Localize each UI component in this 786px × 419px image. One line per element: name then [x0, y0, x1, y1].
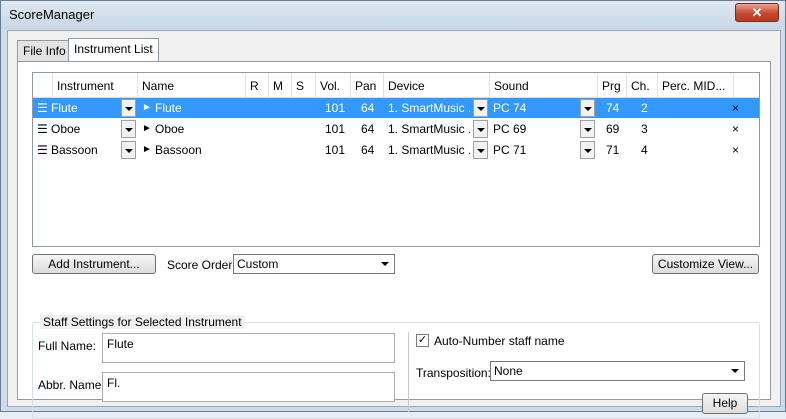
expand-icon[interactable]: ►: [142, 119, 152, 139]
header-handle: [33, 73, 53, 97]
full-name-label: Full Name:: [38, 339, 97, 353]
header-m[interactable]: M: [269, 73, 292, 97]
row-sound: PC 71: [493, 143, 527, 157]
staff-settings-title: Staff Settings for Selected Instrument: [40, 315, 245, 329]
abbr-name-field[interactable]: Fl.: [102, 372, 395, 402]
dialog-client-area: File Info Instrument List Instrument Nam…: [7, 30, 781, 419]
row-ch[interactable]: 4: [641, 140, 648, 160]
row-prg[interactable]: 71: [606, 140, 619, 160]
instrument-dropdown-button[interactable]: [121, 120, 136, 138]
instrument-row[interactable]: ☰ Bassoon ► Bassoon 101 64 1. SmartMusic…: [33, 140, 759, 160]
delete-row-icon[interactable]: ×: [732, 140, 739, 160]
row-vol[interactable]: 101: [325, 140, 345, 160]
transposition-label: Transposition:: [416, 366, 491, 380]
score-manager-window: ScoreManager ✕ File Info Instrument List…: [0, 0, 786, 419]
delete-row-icon[interactable]: ×: [732, 98, 739, 118]
score-order-value: Custom: [237, 257, 279, 271]
instrument-dropdown-button[interactable]: [121, 141, 136, 159]
score-order-select[interactable]: Custom: [233, 254, 395, 274]
row-vol[interactable]: 101: [325, 98, 345, 118]
tab-file-info[interactable]: File Info: [17, 40, 72, 61]
row-device: 1. SmartMusic ...: [388, 101, 470, 115]
instrument-dropdown-button[interactable]: [121, 99, 136, 117]
header-s[interactable]: S: [292, 73, 316, 97]
header-vol[interactable]: Vol.: [316, 73, 351, 97]
transposition-select[interactable]: None: [490, 361, 745, 381]
add-instrument-button[interactable]: Add Instrument...: [32, 254, 156, 274]
abbr-name-label: Abbr. Name:: [38, 378, 105, 392]
header-sound[interactable]: Sound: [490, 73, 598, 97]
expand-icon[interactable]: ►: [142, 98, 152, 118]
drag-handle-icon[interactable]: ☰: [37, 98, 48, 118]
row-sound: PC 69: [493, 122, 527, 136]
title-bar: ScoreManager ✕: [1, 1, 785, 29]
header-pan[interactable]: Pan: [351, 73, 384, 97]
row-name[interactable]: Flute: [155, 98, 182, 118]
row-sound: PC 74: [493, 101, 527, 115]
transposition-value: None: [494, 364, 523, 378]
row-device: 1. SmartMusic ...: [388, 143, 470, 157]
auto-number-label[interactable]: Auto-Number staff name: [434, 334, 565, 348]
device-dropdown-button[interactable]: [473, 120, 488, 138]
header-prg[interactable]: Prg: [598, 73, 627, 97]
expand-icon[interactable]: ►: [142, 140, 152, 160]
drag-handle-icon[interactable]: ☰: [37, 140, 48, 160]
customize-view-button[interactable]: Customize View...: [652, 254, 759, 274]
row-ch[interactable]: 2: [641, 98, 648, 118]
row-pan[interactable]: 64: [361, 98, 374, 118]
window-title: ScoreManager: [9, 7, 95, 22]
device-dropdown-button[interactable]: [473, 141, 488, 159]
score-order-label: Score Order:: [167, 258, 236, 272]
row-ch[interactable]: 3: [641, 119, 648, 139]
instrument-grid: Instrument Name R M S Vol. Pan Device So…: [32, 72, 760, 247]
tab-instrument-list[interactable]: Instrument List: [68, 38, 159, 61]
grid-header: Instrument Name R M S Vol. Pan Device So…: [33, 73, 759, 98]
drag-handle-icon[interactable]: ☰: [37, 119, 48, 139]
row-pan[interactable]: 64: [361, 140, 374, 160]
group-divider: [408, 332, 409, 412]
sound-dropdown-button[interactable]: [580, 120, 595, 138]
device-dropdown-button[interactable]: [473, 99, 488, 117]
row-name[interactable]: Bassoon: [155, 140, 202, 160]
row-instrument: Flute: [51, 101, 78, 115]
row-instrument: Bassoon: [51, 143, 98, 157]
header-ch[interactable]: Ch.: [627, 73, 658, 97]
instrument-row[interactable]: ☰ Oboe ► Oboe 101 64 1. SmartMusic ... P…: [33, 119, 759, 139]
row-name[interactable]: Oboe: [155, 119, 184, 139]
instrument-list-panel: Instrument Name R M S Vol. Pan Device So…: [17, 61, 771, 419]
header-name[interactable]: Name: [138, 73, 246, 97]
header-perc-midi[interactable]: Perc. MID...: [658, 73, 734, 97]
sound-dropdown-button[interactable]: [580, 99, 595, 117]
auto-number-checkbox[interactable]: ✓: [416, 334, 429, 347]
sound-dropdown-button[interactable]: [580, 141, 595, 159]
row-instrument: Oboe: [51, 122, 81, 136]
header-r[interactable]: R: [246, 73, 269, 97]
close-button[interactable]: ✕: [735, 3, 779, 22]
header-device[interactable]: Device: [384, 73, 490, 97]
row-prg[interactable]: 74: [606, 98, 619, 118]
row-pan[interactable]: 64: [361, 119, 374, 139]
row-prg[interactable]: 69: [606, 119, 619, 139]
chevron-down-icon: [731, 369, 739, 373]
instrument-row[interactable]: ☰ Flute ► Flute 101 64 1. SmartMusic ...…: [33, 98, 759, 118]
delete-row-icon[interactable]: ×: [732, 119, 739, 139]
header-instrument[interactable]: Instrument: [53, 73, 138, 97]
row-vol[interactable]: 101: [325, 119, 345, 139]
chevron-down-icon: [381, 262, 389, 266]
row-device: 1. SmartMusic ...: [388, 122, 470, 136]
help-button[interactable]: Help: [702, 393, 748, 414]
full-name-field[interactable]: Flute: [102, 333, 395, 363]
